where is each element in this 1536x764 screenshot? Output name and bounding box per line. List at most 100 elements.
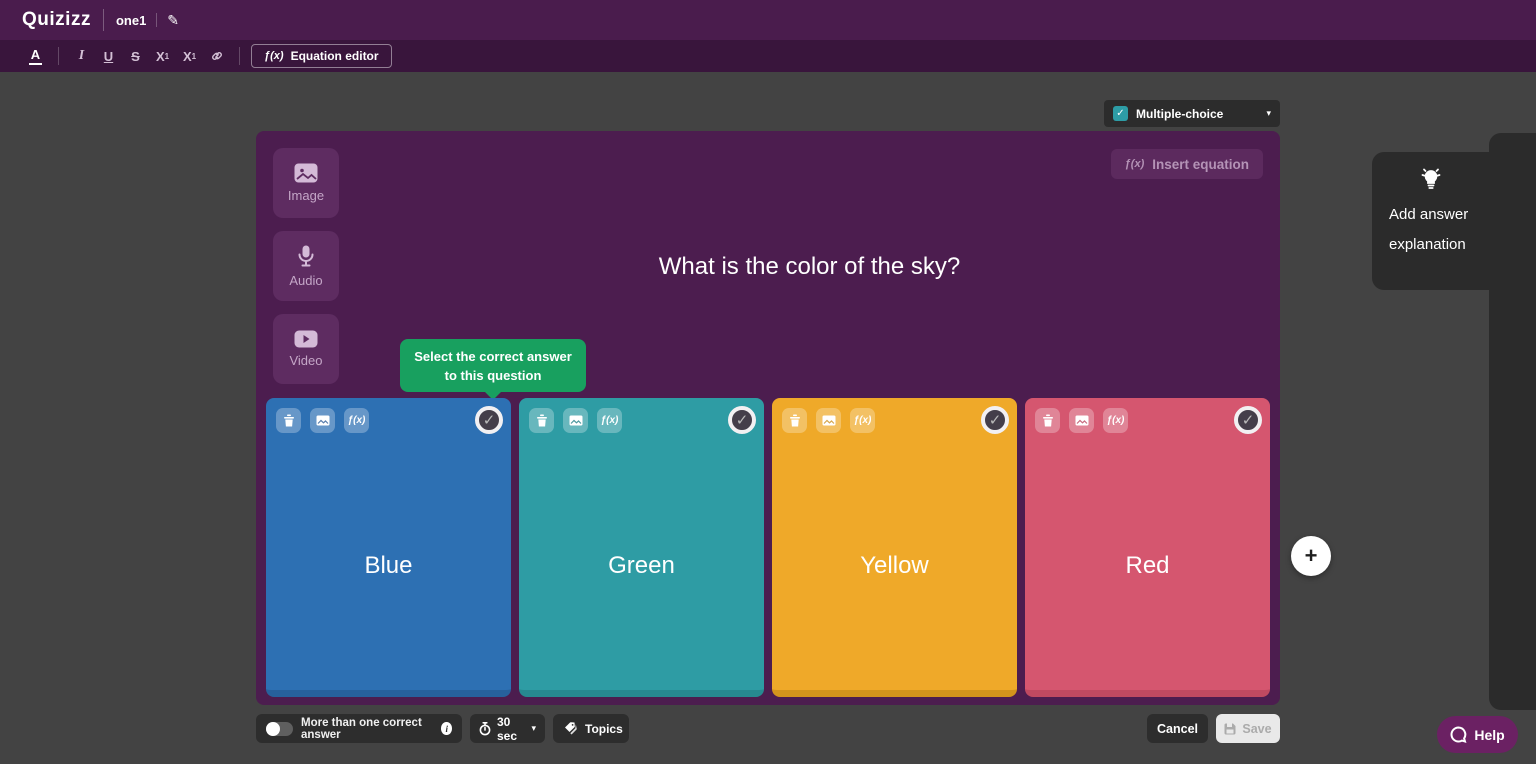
media-button-label: Image [288,188,324,203]
answer-toolbar: ƒ(x) [1035,408,1128,433]
timer-dropdown[interactable]: 30 sec ▾ [470,714,545,743]
answer-equation-button[interactable]: ƒ(x) [597,408,622,433]
underline-button[interactable]: U [95,43,122,69]
superscript-button[interactable]: X1 [149,43,176,69]
collapsed-side-panel[interactable] [1489,133,1536,710]
fx-icon: ƒ(x) [1107,415,1125,426]
mark-correct-toggle[interactable]: ✓ [981,406,1009,434]
media-button-label: Audio [289,273,322,288]
answer-text-input[interactable]: Green [519,442,764,690]
answer-equation-button[interactable]: ƒ(x) [850,408,875,433]
link-icon [210,49,224,63]
format-toolbar: A I U S X1 X1 ƒ(x) Equation editor [0,40,1536,72]
delete-answer-button[interactable] [276,408,301,433]
question-type-dropdown[interactable]: ✓ Multiple-choice ▾ [1104,100,1280,127]
delete-answer-button[interactable] [782,408,807,433]
equation-editor-button[interactable]: ƒ(x) Equation editor [251,44,392,68]
superscript-base: X [156,49,165,64]
topics-button[interactable]: Topics [553,714,629,743]
multi-correct-toggle[interactable] [266,722,293,736]
timer-value: 30 sec [497,715,525,743]
chat-bubble-icon [1450,726,1467,743]
question-type-label: Multiple-choice [1136,107,1258,121]
mark-correct-toggle[interactable]: ✓ [475,406,503,434]
add-audio-button[interactable]: Audio [273,231,339,301]
answer-text-input[interactable]: Red [1025,442,1270,690]
stopwatch-icon [479,722,491,736]
fx-icon: ƒ(x) [601,415,619,426]
question-editor-panel: Image Audio Video ƒ(x) Insert equation W… [256,131,1280,705]
answer-equation-button[interactable]: ƒ(x) [344,408,369,433]
chevron-down-icon: ▾ [1266,108,1271,119]
chevron-down-icon: ▾ [531,723,536,734]
toggle-knob [266,722,280,736]
multiple-choice-icon: ✓ [1113,106,1128,121]
add-video-button[interactable]: Video [273,314,339,384]
answer-toolbar: ƒ(x) [529,408,622,433]
save-button[interactable]: Save [1216,714,1280,743]
fx-icon: ƒ(x) [348,415,366,426]
lightbulb-icon [1418,166,1444,197]
delete-answer-button[interactable] [1035,408,1060,433]
answer-image-button[interactable] [1069,408,1094,433]
subscript-base: X [183,49,192,64]
header-divider [103,9,104,31]
insert-equation-label: Insert equation [1152,157,1249,172]
answer-toolbar: ƒ(x) [782,408,875,433]
save-icon [1224,723,1236,735]
subscript-num: 1 [192,52,196,61]
help-label: Help [1474,727,1504,743]
add-question-button[interactable]: + [1291,536,1331,576]
insert-equation-button[interactable]: ƒ(x) Insert equation [1111,149,1263,179]
link-button[interactable] [203,43,230,69]
toolbar-divider [58,47,59,65]
text-format-button[interactable]: A [22,43,49,69]
topics-label: Topics [585,722,623,736]
strikethrough-button[interactable]: S [122,43,149,69]
correct-answer-tooltip: Select the correct answer to this questi… [400,339,586,392]
app-header: Quizizz one1 ✎ [0,0,1536,40]
microphone-icon [297,244,315,268]
media-button-label: Video [289,353,322,368]
multi-correct-label: More than one correct answer [301,717,433,741]
image-icon [294,163,318,183]
answer-image-button[interactable] [816,408,841,433]
superscript-num: 1 [165,52,169,61]
delete-answer-button[interactable] [529,408,554,433]
header-divider [156,13,157,27]
answer-card-3: ƒ(x) ✓ Yellow [772,398,1017,697]
fx-icon: ƒ(x) [264,50,284,62]
add-explanation-label: Add answer explanation [1389,200,1468,260]
answer-equation-button[interactable]: ƒ(x) [1103,408,1128,433]
cancel-button[interactable]: Cancel [1147,714,1208,743]
help-button[interactable]: Help [1437,716,1518,753]
quiz-title: one1 [116,13,146,28]
equation-editor-label: Equation editor [291,49,379,63]
fx-icon: ƒ(x) [1125,158,1145,170]
mark-correct-toggle[interactable]: ✓ [1234,406,1262,434]
multi-correct-setting: More than one correct answer i [256,714,462,743]
answer-image-button[interactable] [310,408,335,433]
add-image-button[interactable]: Image [273,148,339,218]
fx-icon: ƒ(x) [854,415,872,426]
explanation-line: explanation [1389,230,1468,260]
video-icon [294,330,318,348]
answer-text-input[interactable]: Yellow [772,442,1017,690]
answer-image-button[interactable] [563,408,588,433]
answer-card-4: ƒ(x) ✓ Red [1025,398,1270,697]
mark-correct-toggle[interactable]: ✓ [728,406,756,434]
quizizz-logo: Quizizz [22,9,91,31]
tooltip-line: to this question [445,366,542,385]
save-label: Save [1242,722,1271,736]
tooltip-line: Select the correct answer [414,347,572,366]
question-text-input[interactable]: What is the color of the sky? [339,253,1280,281]
toolbar-divider [239,47,240,65]
italic-button[interactable]: I [68,43,95,69]
answer-text-input[interactable]: Blue [266,442,511,690]
explanation-line: Add answer [1389,200,1468,230]
edit-title-pencil-icon[interactable]: ✎ [167,12,179,29]
info-icon[interactable]: i [441,722,452,735]
subscript-button[interactable]: X1 [176,43,203,69]
answer-card-1: ƒ(x) ✓ Blue [266,398,511,697]
add-explanation-button[interactable]: Add answer explanation [1372,152,1490,290]
